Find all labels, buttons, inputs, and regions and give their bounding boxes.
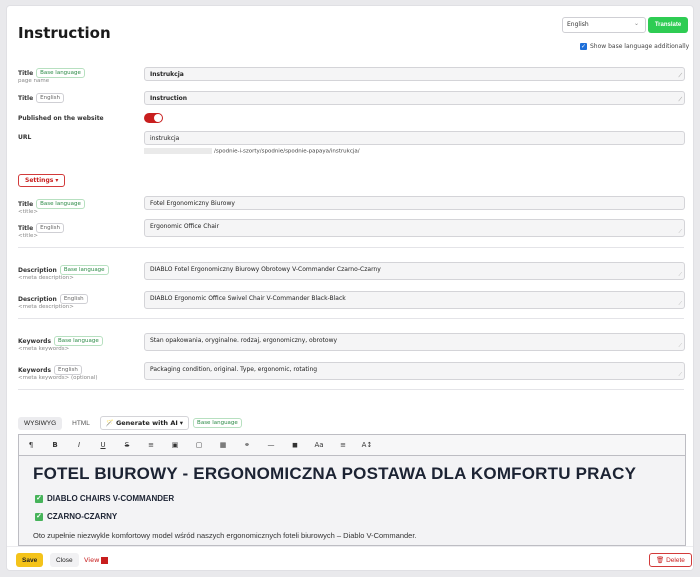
url-path: /spodnie-i-szorty/spodnie/spodnie-papaya… bbox=[144, 148, 360, 155]
horizontal-rule-icon[interactable]: — bbox=[259, 441, 283, 449]
strikethrough-icon[interactable]: S bbox=[115, 441, 139, 449]
description-english-sublabel: <meta description> bbox=[18, 304, 74, 310]
chevron-down-icon: ⌄ bbox=[633, 20, 639, 27]
english-tag: English bbox=[36, 223, 65, 233]
close-button[interactable]: Close bbox=[50, 553, 79, 567]
caret-down-icon: ▾ bbox=[55, 177, 59, 184]
check-icon: ✓ bbox=[35, 512, 43, 521]
align-icon[interactable]: ≡ bbox=[331, 441, 355, 449]
list-item: ✓ CZARNO-CZARNY bbox=[35, 512, 118, 521]
resize-grip-icon: ⟋ bbox=[678, 372, 682, 378]
paragraph-icon[interactable]: ¶ bbox=[19, 441, 43, 449]
external-link-icon bbox=[101, 556, 109, 564]
english-tag: English bbox=[36, 93, 65, 103]
link-icon[interactable]: ⚭ bbox=[235, 441, 259, 449]
resize-grip-icon: ⟋ bbox=[678, 73, 682, 79]
underline-icon[interactable]: U bbox=[91, 441, 115, 449]
editor-content[interactable]: FOTEL BIUROWY - ERGONOMICZNA POSTAWA DLA… bbox=[18, 456, 686, 546]
code-block-icon[interactable]: ◼ bbox=[283, 441, 307, 449]
resize-grip-icon: ⟋ bbox=[678, 229, 682, 235]
seo-title-base-input[interactable]: Fotel Ergonomiczny Biurowy bbox=[144, 196, 685, 210]
keywords-english-sublabel: <meta keywords> (optional) bbox=[18, 375, 98, 381]
content-paragraph: Oto zupełnie niezwykle komfortowy model … bbox=[33, 531, 417, 540]
base-language-tag: Base language bbox=[193, 418, 242, 428]
divider bbox=[18, 389, 684, 390]
trash-icon: 🗑 bbox=[656, 557, 665, 564]
base-language-tag: Base language bbox=[59, 265, 109, 275]
generate-with-ai-button[interactable]: 🪄 Generate with AI ▾ bbox=[99, 416, 190, 430]
show-base-language-label: Show base language additionally bbox=[590, 43, 690, 50]
description-english-input[interactable]: DIABLO Ergonomic Office Swivel Chair V-C… bbox=[144, 291, 685, 309]
list-icon[interactable]: ≡ bbox=[139, 441, 163, 449]
content-heading: FOTEL BIUROWY - ERGONOMICZNA POSTAWA DLA… bbox=[33, 464, 637, 483]
keywords-base-label: Keywords Base language bbox=[18, 336, 103, 346]
url-input[interactable]: instrukcja bbox=[144, 131, 685, 145]
settings-dropdown-button[interactable]: Settings ▾ bbox=[18, 174, 66, 187]
toggle-knob bbox=[154, 114, 162, 122]
keywords-english-input[interactable]: Packaging condition, original. Type, erg… bbox=[144, 362, 685, 380]
keywords-base-sublabel: <meta keywords> bbox=[18, 346, 70, 352]
language-select[interactable]: English ⌄ bbox=[562, 17, 646, 33]
title-english-label: Title English bbox=[18, 93, 65, 103]
tab-wysiwyg[interactable]: WYSIWYG bbox=[18, 416, 63, 430]
published-label: Published on the website bbox=[18, 115, 104, 122]
resize-grip-icon: ⟋ bbox=[678, 97, 682, 103]
seo-title-english-sublabel: <title> bbox=[18, 233, 38, 239]
italic-icon[interactable]: I bbox=[67, 441, 91, 449]
base-language-tag: Base language bbox=[36, 68, 85, 78]
translate-button[interactable]: Translate bbox=[648, 17, 688, 33]
title-english-input[interactable]: Instruction ⟋ bbox=[144, 91, 685, 105]
checkbox-checked-icon: ✓ bbox=[580, 43, 587, 50]
magic-wand-icon: 🪄 bbox=[105, 419, 114, 427]
base-language-tag: Base language bbox=[36, 199, 85, 209]
resize-grip-icon: ⟋ bbox=[678, 343, 682, 349]
check-icon: ✓ bbox=[35, 494, 43, 503]
description-base-sublabel: <meta description> bbox=[18, 275, 74, 281]
seo-title-base-label: Title Base language bbox=[18, 199, 85, 209]
page-title: Instruction bbox=[18, 24, 111, 42]
published-toggle[interactable] bbox=[144, 113, 163, 123]
seo-title-english-label: Title English bbox=[18, 223, 65, 233]
image-icon[interactable]: ▣ bbox=[163, 441, 187, 449]
language-select-value: English bbox=[567, 21, 589, 28]
page-name-label: Title Base language bbox=[18, 68, 85, 78]
tab-html[interactable]: HTML bbox=[66, 416, 96, 430]
seo-title-base-sublabel: <title> bbox=[18, 209, 38, 215]
page-name-input[interactable]: Instrukcja ⟋ bbox=[144, 67, 685, 81]
divider bbox=[18, 318, 684, 319]
resize-grip-icon: ⟋ bbox=[678, 301, 682, 307]
table-icon[interactable]: ▦ bbox=[211, 441, 235, 449]
list-item: ✓ DIABLO CHAIRS V-COMMANDER bbox=[35, 494, 175, 503]
description-base-label: Description Base language bbox=[18, 265, 109, 275]
description-base-input[interactable]: DIABLO Fotel Ergonomiczny Biurowy Obroto… bbox=[144, 262, 685, 280]
description-english-label: Description English bbox=[18, 294, 88, 304]
video-icon[interactable]: ▢ bbox=[187, 441, 211, 449]
english-tag: English bbox=[59, 294, 88, 304]
delete-button[interactable]: 🗑 Delete bbox=[649, 553, 692, 567]
caret-down-icon: ▾ bbox=[179, 419, 184, 427]
base-language-tag: Base language bbox=[54, 336, 103, 346]
editor-toolbar: ¶ B I U S ≡ ▣ ▢ ▦ ⚭ — ◼ Aa ≡ A↕ bbox=[18, 434, 686, 456]
page-name-sublabel: page name bbox=[18, 78, 50, 84]
url-label: URL bbox=[18, 134, 32, 141]
blurred-domain bbox=[144, 148, 212, 154]
instruction-panel: Instruction English ⌄ Translate ✓ Show b… bbox=[6, 5, 694, 571]
keywords-english-label: Keywords English bbox=[18, 365, 82, 375]
keywords-base-input[interactable]: Stan opakowania, oryginalne. rodzaj, erg… bbox=[144, 333, 685, 351]
show-base-language-checkbox[interactable]: ✓ Show base language additionally bbox=[580, 43, 689, 50]
bold-icon[interactable]: B bbox=[43, 441, 67, 449]
resize-grip-icon: ⟋ bbox=[678, 272, 682, 278]
save-button[interactable]: Save bbox=[16, 553, 44, 567]
english-tag: English bbox=[54, 365, 82, 375]
view-link[interactable]: View bbox=[84, 556, 109, 564]
line-height-icon[interactable]: A↕ bbox=[355, 441, 379, 449]
editor-tabs: WYSIWYG HTML 🪄 Generate with AI ▾ Base l… bbox=[18, 416, 242, 430]
footer-bar: Save Close View 🗑 Delete bbox=[7, 546, 693, 570]
divider bbox=[18, 247, 684, 248]
font-size-icon[interactable]: Aa bbox=[307, 441, 331, 449]
seo-title-english-input[interactable]: Ergonomic Office Chair ⟋ bbox=[144, 219, 685, 237]
